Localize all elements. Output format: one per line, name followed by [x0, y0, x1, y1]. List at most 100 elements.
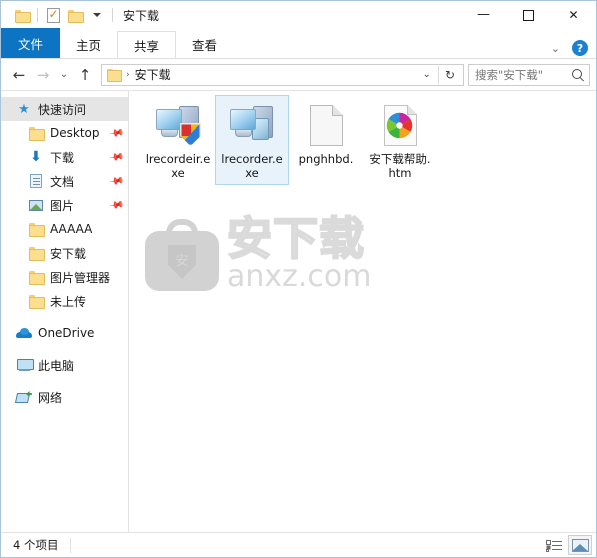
- sidebar-item-label: AAAAA: [50, 222, 93, 236]
- sidebar-item-label: 图片管理器: [50, 270, 111, 285]
- qat-customize-button[interactable]: [86, 4, 108, 26]
- file-item[interactable]: 安下载帮助.htm: [363, 95, 437, 185]
- folder-icon: [27, 124, 45, 142]
- file-item[interactable]: lrecorder.exe: [215, 95, 289, 185]
- watermark: 安 安下载 anxz.com: [145, 212, 372, 294]
- exe-shield-icon: [154, 101, 202, 149]
- sidebar-item-documents[interactable]: 文档 📌: [1, 169, 128, 193]
- watermark-text-cn: 安下载: [226, 212, 366, 265]
- ribbon-collapse-chevron-icon[interactable]: ⌄: [545, 42, 566, 55]
- tab-file[interactable]: 文件: [1, 28, 61, 58]
- refresh-icon[interactable]: ↻: [439, 68, 461, 82]
- sidebar-item-label: 此电脑: [38, 358, 75, 373]
- watermark-logo-icon: 安: [145, 217, 219, 291]
- window-title: 安下载: [123, 8, 160, 23]
- sidebar-item-pictures[interactable]: 图片 📌: [1, 193, 128, 217]
- forward-button[interactable]: →: [31, 63, 55, 87]
- watermark-logo-char: 安: [175, 254, 189, 269]
- file-item[interactable]: pnghhbd.: [289, 95, 363, 185]
- sidebar-item-downloads[interactable]: ⬇ 下载 📌: [1, 145, 128, 169]
- close-button[interactable]: ✕: [551, 1, 596, 29]
- pictures-icon: [27, 196, 45, 214]
- watermark-bag-handle: [166, 219, 198, 243]
- sidebar-item-label: 文档: [50, 174, 75, 189]
- breadcrumb-separator-icon: ›: [126, 69, 130, 80]
- breadcrumb[interactable]: › 安下载 ⌄ ↻: [101, 63, 464, 86]
- sidebar-item-network[interactable]: 网络: [1, 385, 128, 409]
- back-button[interactable]: ←: [7, 63, 31, 87]
- arrow-left-icon: ←: [12, 65, 26, 84]
- folder-icon: [107, 68, 122, 82]
- chevron-down-icon: [93, 13, 101, 17]
- recent-locations-button[interactable]: ⌄: [55, 63, 73, 87]
- minimize-button[interactable]: —: [461, 1, 506, 29]
- sidebar-item-picture-manager[interactable]: 图片管理器: [1, 265, 128, 289]
- file-list-view[interactable]: 安 安下载 anxz.com lrecordeir.exe lrecorder.…: [129, 91, 596, 532]
- details-view-icon: [546, 539, 562, 552]
- folder-icon: [27, 220, 45, 238]
- qat-folder-properties-button[interactable]: [11, 4, 33, 26]
- quick-access-toolbar: 安下载: [1, 1, 159, 29]
- qat-folder-button[interactable]: [64, 4, 86, 26]
- title-bar: 安下载 — ✕: [1, 1, 596, 29]
- sidebar-item-label: 图片: [50, 198, 75, 213]
- sidebar-item-quick-access[interactable]: ★ 快速访问: [1, 97, 128, 121]
- html-pinwheel-icon: [376, 101, 424, 149]
- qat-divider-2: [112, 8, 113, 22]
- item-count-label: 4 个项目: [13, 538, 59, 552]
- watermark-text-en: anxz.com: [227, 259, 372, 294]
- qat-new-folder-button[interactable]: [42, 4, 64, 26]
- address-bar: ← → ⌄ ↑ › 安下载 ⌄ ↻: [1, 59, 596, 90]
- file-item[interactable]: lrecordeir.exe: [141, 95, 215, 185]
- ribbon-tab-bar: 文件 主页 共享 查看 ⌄ ?: [1, 28, 596, 59]
- file-name-label: lrecorder.exe: [221, 152, 283, 180]
- folder-icon: [14, 9, 31, 23]
- sidebar-item-label: Desktop: [50, 126, 100, 140]
- folder-icon: [67, 9, 84, 23]
- status-bar: 4 个项目: [1, 532, 596, 557]
- tab-share[interactable]: 共享: [117, 31, 177, 58]
- maximize-icon: [523, 9, 534, 21]
- details-view-button[interactable]: [542, 535, 566, 555]
- exe-icon: [228, 101, 276, 149]
- folder-icon: [27, 268, 45, 286]
- large-icons-view-button[interactable]: [568, 535, 592, 555]
- large-icons-view-icon: [571, 538, 589, 552]
- search-input[interactable]: [475, 67, 571, 82]
- network-icon: [15, 388, 33, 406]
- tab-view[interactable]: 查看: [176, 31, 233, 58]
- window-controls: — ✕: [461, 1, 596, 29]
- document-check-icon: [46, 7, 60, 23]
- pin-icon[interactable]: 📌: [108, 173, 125, 189]
- search-icon[interactable]: [571, 68, 585, 82]
- sidebar-item-anxiazai[interactable]: 安下载: [1, 241, 128, 265]
- folder-icon: [27, 292, 45, 310]
- pin-icon[interactable]: 📌: [108, 125, 125, 141]
- minimize-icon: —: [477, 7, 490, 22]
- chevron-down-icon: ⌄: [59, 69, 69, 80]
- sidebar-item-not-uploaded[interactable]: 未上传: [1, 289, 128, 313]
- sidebar-item-desktop[interactable]: Desktop 📌: [1, 121, 128, 145]
- help-icon[interactable]: ?: [572, 40, 588, 56]
- sidebar-item-this-pc[interactable]: 此电脑: [1, 353, 128, 377]
- pin-icon[interactable]: 📌: [108, 197, 125, 213]
- cloud-icon: [15, 324, 33, 342]
- sidebar-item-label: 快速访问: [38, 102, 87, 117]
- sidebar-item-label: 未上传: [50, 294, 87, 309]
- navigation-pane[interactable]: ★ 快速访问 Desktop 📌 ⬇ 下载 📌 文档 📌 图片 📌 AAAAA …: [1, 91, 129, 532]
- sidebar-item-aaaaa[interactable]: AAAAA: [1, 217, 128, 241]
- search-box[interactable]: [468, 63, 590, 86]
- this-pc-icon: [15, 356, 34, 374]
- sidebar-item-onedrive[interactable]: OneDrive: [1, 321, 128, 345]
- up-button[interactable]: ↑: [73, 63, 97, 87]
- pin-icon[interactable]: 📌: [108, 149, 125, 165]
- tab-home[interactable]: 主页: [60, 31, 117, 58]
- watermark-text: 安下载 anxz.com: [226, 212, 372, 294]
- maximize-button[interactable]: [506, 1, 551, 29]
- file-name-label: 安下载帮助.htm: [369, 152, 431, 180]
- explorer-body: ★ 快速访问 Desktop 📌 ⬇ 下载 📌 文档 📌 图片 📌 AAAAA …: [1, 90, 596, 532]
- breadcrumb-item-current[interactable]: 安下载: [135, 66, 171, 83]
- watermark-bag-body: [145, 231, 219, 291]
- address-dropdown-icon[interactable]: ⌄: [416, 69, 438, 80]
- download-icon: ⬇: [30, 149, 42, 165]
